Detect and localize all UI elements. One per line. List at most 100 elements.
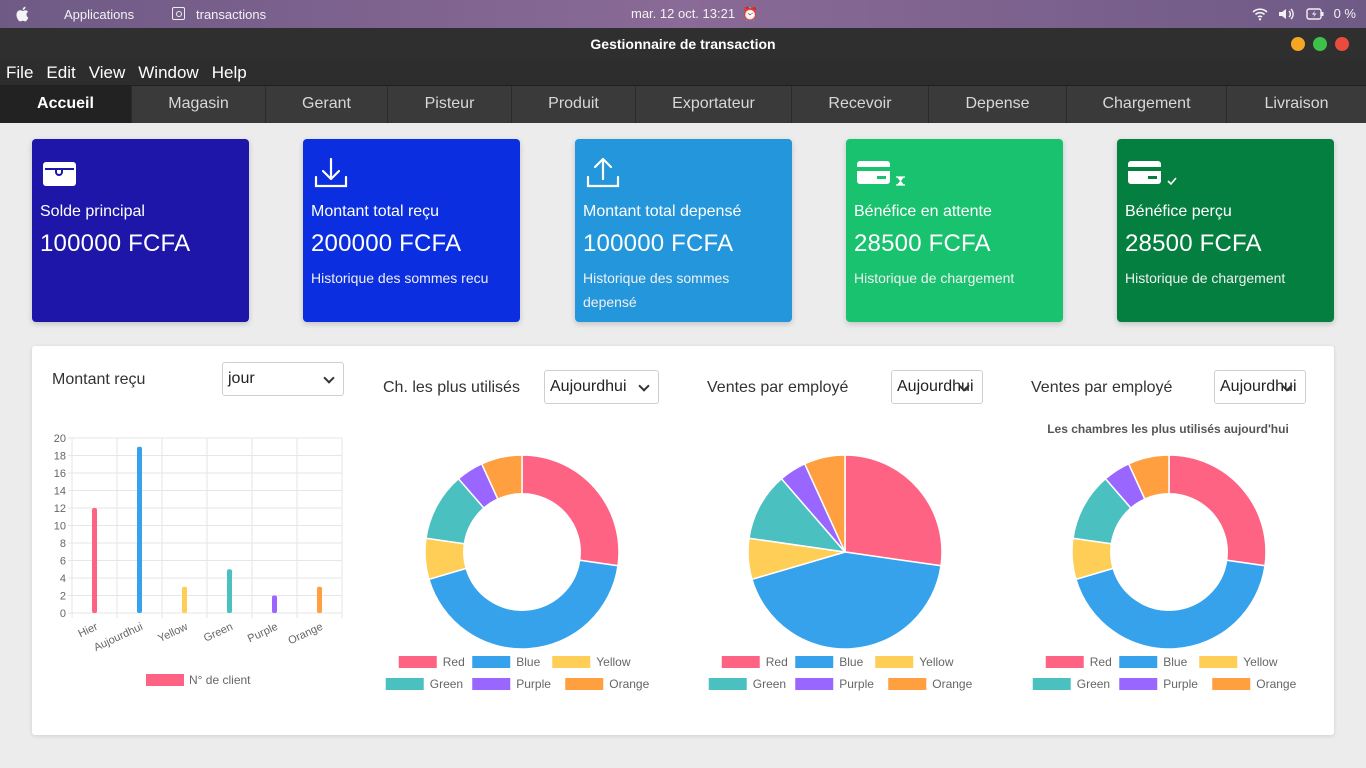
- menu-window[interactable]: Window: [132, 60, 205, 85]
- x-tick-label: Aujourdhui: [92, 621, 145, 654]
- y-tick-label: 14: [54, 486, 66, 498]
- card-history-link[interactable]: Historique de chargement: [1125, 266, 1325, 290]
- maximize-button[interactable]: [1313, 37, 1327, 51]
- legend-label[interactable]: Orange: [1256, 677, 1296, 691]
- y-tick-label: 16: [54, 468, 66, 480]
- card-title: Solde principal: [40, 203, 145, 220]
- chevron-down-icon: [323, 372, 335, 384]
- card-benefice-percu[interactable]: Bénéfice perçu 28500 FCFA Historique de …: [1117, 139, 1334, 322]
- legend-label[interactable]: Blue: [516, 655, 540, 669]
- tab-accueil[interactable]: Accueil: [0, 86, 132, 123]
- x-tick-label: Hier: [76, 621, 100, 641]
- legend-swatch: [888, 678, 927, 690]
- card-check-icon: [1128, 161, 1177, 186]
- donut-chart-1: Red Blue Yellow Green Purple Orange: [385, 454, 650, 691]
- card-history-link[interactable]: Historique des sommes recu: [311, 266, 511, 290]
- menu-edit[interactable]: Edit: [40, 60, 82, 85]
- menu-view[interactable]: View: [83, 60, 133, 85]
- wallet-icon: [43, 162, 76, 186]
- legend-label[interactable]: Green: [753, 677, 786, 691]
- bar[interactable]: [182, 586, 187, 613]
- window-title-bar[interactable]: Gestionnaire de transaction: [0, 28, 1366, 60]
- slice[interactable]: [1074, 559, 1266, 650]
- card-value: 28500 FCFA: [1125, 230, 1262, 257]
- card-history-link[interactable]: Historique des sommes depensé: [583, 266, 783, 314]
- active-window-name[interactable]: transactions: [196, 7, 266, 22]
- legend-swatch: [1212, 678, 1251, 690]
- card-solde-principal[interactable]: Solde principal 100000 FCFA: [32, 139, 249, 322]
- slice[interactable]: [1168, 454, 1267, 567]
- pie-period-select[interactable]: Aujourdhui: [891, 370, 983, 404]
- legend-label[interactable]: Yellow: [919, 655, 954, 669]
- bar[interactable]: [137, 446, 142, 613]
- legend-label[interactable]: Red: [1090, 655, 1112, 669]
- window-title: Gestionnaire de transaction: [590, 36, 776, 52]
- y-tick-label: 6: [60, 556, 66, 568]
- pie-chart: Red Blue Yellow Green Purple Orange: [708, 454, 973, 691]
- minimize-button[interactable]: [1291, 37, 1305, 51]
- system-tray[interactable]: 0 %: [1252, 6, 1356, 21]
- alarm-icon: ⏰: [742, 6, 759, 21]
- menu-file[interactable]: File: [0, 60, 40, 85]
- slice[interactable]: [844, 454, 943, 567]
- clock[interactable]: mar. 12 oct. 13:21: [631, 6, 735, 21]
- legend-label[interactable]: Green: [1077, 677, 1110, 691]
- close-button[interactable]: [1335, 37, 1349, 51]
- card-value: 200000 FCFA: [311, 230, 462, 257]
- legend-label[interactable]: Orange: [932, 677, 972, 691]
- x-tick-label: Purple: [246, 621, 280, 645]
- card-montant-depense[interactable]: Montant total depensé 100000 FCFA Histor…: [575, 139, 792, 322]
- y-tick-label: 10: [54, 521, 66, 533]
- legend-swatch: [398, 656, 437, 668]
- legend-swatch: [1045, 656, 1084, 668]
- legend-label[interactable]: Orange: [609, 677, 649, 691]
- card-montant-recu[interactable]: Montant total reçu 200000 FCFA Historiqu…: [303, 139, 520, 322]
- volume-icon: [1278, 8, 1294, 19]
- tab-recevoir[interactable]: Recevoir: [792, 86, 929, 123]
- app-window-icon: [172, 7, 185, 20]
- donut1-select-value: Aujourdhui: [550, 378, 627, 395]
- legend-label[interactable]: Blue: [1163, 655, 1187, 669]
- tab-gerant[interactable]: Gerant: [266, 86, 388, 123]
- y-tick-label: 0: [60, 608, 66, 620]
- wifi-icon: [1252, 7, 1268, 20]
- legend-label[interactable]: Purple: [1163, 677, 1198, 691]
- legend-label[interactable]: Purple: [839, 677, 874, 691]
- legend-label[interactable]: Blue: [839, 655, 863, 669]
- legend-label[interactable]: Yellow: [596, 655, 631, 669]
- menu-help[interactable]: Help: [206, 60, 254, 85]
- legend-label[interactable]: Yellow: [1243, 655, 1278, 669]
- card-history-link[interactable]: Historique de chargement: [854, 266, 1054, 290]
- applications-menu[interactable]: Applications: [64, 7, 134, 22]
- tab-magasin[interactable]: Magasin: [132, 86, 266, 123]
- card-benefice-attente[interactable]: Bénéfice en attente 28500 FCFA Historiqu…: [846, 139, 1063, 322]
- bar[interactable]: [92, 508, 97, 613]
- slice[interactable]: [427, 559, 619, 650]
- legend-swatch: [708, 678, 747, 690]
- donut1-period-select[interactable]: Aujourdhui: [544, 370, 659, 404]
- period-select[interactable]: jour: [222, 362, 344, 396]
- slice[interactable]: [521, 454, 620, 567]
- x-tick-label: Green: [202, 621, 235, 645]
- legend-label[interactable]: N° de client: [189, 673, 251, 687]
- bar[interactable]: [227, 569, 232, 613]
- bar[interactable]: [317, 586, 322, 613]
- legend-label[interactable]: Red: [443, 655, 465, 669]
- tab-produit[interactable]: Produit: [512, 86, 636, 123]
- chevron-down-icon: [638, 380, 650, 392]
- apple-icon[interactable]: [14, 5, 32, 23]
- legend-label[interactable]: Purple: [516, 677, 551, 691]
- legend-label[interactable]: Red: [766, 655, 788, 669]
- tab-pisteur[interactable]: Pisteur: [388, 86, 512, 123]
- bar[interactable]: [272, 595, 277, 614]
- tab-chargement[interactable]: Chargement: [1067, 86, 1227, 123]
- legend-swatch: [721, 656, 760, 668]
- donut2-period-select[interactable]: Aujourdhui: [1214, 370, 1306, 404]
- donut2-section-title: Ventes par employé: [1031, 379, 1173, 396]
- legend-label[interactable]: Green: [430, 677, 463, 691]
- legend-swatch: [1199, 656, 1238, 668]
- legend-swatch: [1119, 656, 1158, 668]
- tab-depense[interactable]: Depense: [929, 86, 1067, 123]
- tab-livraison[interactable]: Livraison: [1227, 86, 1366, 123]
- tab-exportateur[interactable]: Exportateur: [636, 86, 792, 123]
